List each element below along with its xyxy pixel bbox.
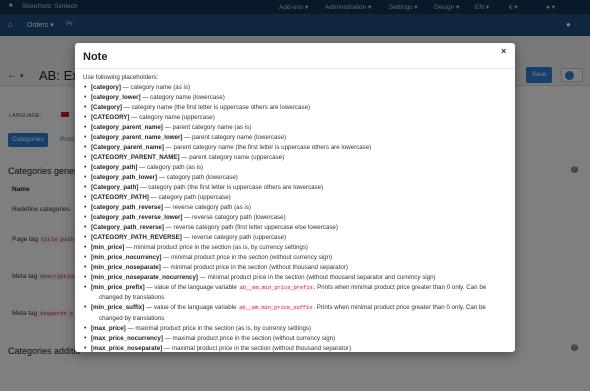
placeholder-token: [min_price_prefix]	[91, 283, 145, 291]
placeholder-description: — category path (the first letter is upp…	[138, 183, 324, 191]
placeholder-token: [category_parent_name]	[91, 124, 163, 132]
placeholder-description: — minimal product price in the section (…	[197, 273, 436, 281]
placeholder-item: [category_path_reverse_lower] — reverse …	[83, 213, 507, 223]
placeholder-description: — category name (as is)	[120, 84, 191, 92]
language-variable-code: ab__em.min_price_suffix	[238, 305, 314, 312]
placeholder-item: [min_price_prefix] — value of the langua…	[83, 283, 507, 294]
placeholder-item: [category_parent_name] — parent category…	[83, 123, 507, 133]
placeholder-description: — parent category name (as is)	[162, 124, 252, 132]
placeholder-item: [Category_path] — category path (the fir…	[83, 183, 507, 193]
placeholder-token: [max_price]	[91, 325, 126, 333]
placeholder-item: [category_parent_name_lower] — parent ca…	[83, 133, 507, 143]
placeholder-item: [max_price] — maximal product price in t…	[83, 324, 507, 334]
placeholder-item: [min_price_noseparate] — minimal product…	[83, 263, 507, 273]
placeholder-token: [Category_path]	[91, 183, 139, 191]
placeholder-token: [CATEGORY_PATH]	[91, 193, 149, 201]
placeholder-description: — reverse category path (as is)	[162, 203, 251, 211]
placeholder-item: [Category_parent_name] — parent category…	[83, 143, 507, 153]
placeholder-token: [category_parent_name_lower]	[91, 134, 183, 142]
placeholder-item: [CATEGORY] — category name (uppercase)	[83, 113, 507, 123]
placeholder-description: — category name (the first letter is upp…	[121, 104, 311, 112]
placeholder-description: — parent category name (the first letter…	[163, 144, 372, 152]
placeholder-token: [max_price_noseparate]	[91, 345, 163, 352]
placeholder-item: [category_path_reverse] — reverse catego…	[83, 203, 507, 213]
close-icon[interactable]: ×	[501, 46, 506, 56]
placeholder-note-continued: changed by translations	[99, 294, 165, 302]
placeholder-token: [category_path_reverse_lower]	[91, 213, 183, 221]
placeholder-description: — reverse category path (lowercase)	[182, 213, 286, 221]
placeholder-description: — category path (as is)	[137, 164, 204, 172]
placeholder-description: — parent category name (uppercase)	[179, 154, 285, 162]
placeholder-item: [category_lower] — category name (lowerc…	[83, 93, 507, 103]
placeholder-item: [category] — category name (as is)	[83, 83, 507, 93]
placeholder-token: [min_price]	[91, 243, 125, 251]
placeholder-token: [category_lower]	[91, 94, 141, 102]
placeholder-item: [min_price] — minimal product price in t…	[83, 243, 507, 253]
dialog-header: Note ×	[75, 43, 515, 69]
placeholder-token: [max_price_nocurrency]	[91, 335, 163, 343]
placeholder-description: — category path (lowercase)	[157, 174, 238, 182]
placeholder-description: — value of the language variable	[144, 304, 239, 312]
placeholder-description: — maximal product price in the section (…	[125, 325, 312, 333]
placeholder-item: [max_price_noseparate] — maximal product…	[83, 344, 507, 352]
placeholders-intro: Use following placeholders:	[83, 74, 159, 81]
placeholder-item: [category_path] — category path (as is)	[83, 163, 507, 173]
placeholder-item: [CATEGORY_PARENT_NAME] — parent category…	[83, 153, 507, 163]
placeholder-description: — minimal product price in the section (…	[161, 253, 333, 261]
placeholder-note: . Prints when minimal product price grea…	[313, 283, 487, 291]
placeholder-token: [CATEGORY_PARENT_NAME]	[91, 154, 180, 162]
placeholder-item: [category_path_lower] — category path (l…	[83, 173, 507, 183]
placeholder-token: [CATEGORY_PATH_REVERSE]	[91, 233, 182, 241]
placeholder-description: — maximal product price in the section (…	[162, 335, 336, 343]
dialog-body[interactable]: Use following placeholders: [category] —…	[75, 73, 515, 352]
placeholder-token: [min_price_suffix]	[91, 304, 145, 312]
placeholder-description: — reverse category path (first letter up…	[163, 223, 338, 231]
note-dialog: Note × Use following placeholders: [cate…	[75, 43, 515, 352]
placeholder-token: [min_price_nocurrency]	[91, 253, 162, 261]
placeholder-description: — value of the language variable	[144, 283, 239, 291]
placeholder-note-continued: changed by translations	[99, 315, 165, 323]
placeholder-token: [category]	[91, 84, 121, 92]
placeholder-token: [min_price_noseparate_nocurrency]	[91, 273, 198, 281]
placeholder-item: [min_price_suffix] — value of the langua…	[83, 303, 507, 314]
placeholder-token: [Category_path_reverse]	[91, 223, 164, 231]
placeholder-item: [min_price_nocurrency] — minimal product…	[83, 253, 507, 263]
placeholder-description: — parent category name (lowercase)	[182, 134, 286, 142]
placeholder-item: [min_price_noseparate_nocurrency] — mini…	[83, 273, 507, 283]
placeholder-item: [Category_path_reverse] — reverse catego…	[83, 223, 507, 233]
placeholder-token: [Category]	[91, 104, 122, 112]
placeholder-description: — category name (uppercase)	[129, 114, 215, 122]
placeholder-description: — reverse category path (uppercase)	[181, 233, 287, 241]
placeholder-description: — category path (uppercase)	[148, 193, 231, 201]
placeholder-item: [max_price_nocurrency] — maximal product…	[83, 334, 507, 344]
placeholder-description: — minimal product price in the section (…	[160, 263, 348, 271]
placeholder-item: [Category] — category name (the first le…	[83, 103, 507, 113]
placeholder-token: [category_path_lower]	[91, 174, 158, 182]
placeholder-token: [category_path]	[91, 164, 138, 172]
placeholder-token: [category_path_reverse]	[91, 203, 163, 211]
placeholder-description: — minimal product price in the section (…	[124, 243, 308, 251]
placeholder-description: — category name (lowercase)	[140, 94, 225, 102]
dialog-title: Note	[83, 51, 108, 63]
placeholder-item: [CATEGORY_PATH_REVERSE] — reverse catego…	[83, 233, 507, 243]
language-variable-code: ab__em.min_price_prefix	[238, 284, 314, 291]
placeholder-token: [Category_parent_name]	[91, 144, 164, 152]
placeholder-description: — maximal product price in the section (…	[162, 345, 352, 352]
placeholder-list: [category] — category name (as is)[categ…	[83, 83, 507, 352]
placeholder-item: [CATEGORY_PATH] — category path (upperca…	[83, 193, 507, 203]
placeholder-token: [CATEGORY]	[91, 114, 130, 122]
placeholder-token: [min_price_noseparate]	[91, 263, 161, 271]
placeholder-note: . Prints when minimal product price grea…	[313, 304, 486, 312]
